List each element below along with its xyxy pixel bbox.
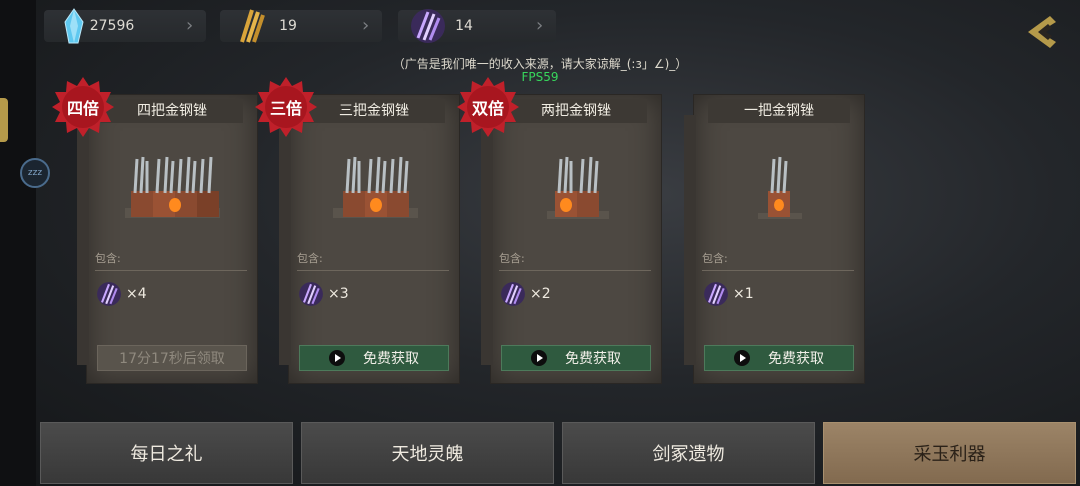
free-claim-button[interactable]: 免费获取: [704, 345, 854, 371]
button-label: 17分17秒后领取: [119, 351, 225, 367]
tab-label: 天地灵魄: [391, 444, 464, 465]
multiplier-badge-2x: 双倍: [457, 76, 519, 138]
badge-label: 三倍: [269, 99, 302, 118]
add-claws-button[interactable]: ›: [536, 16, 550, 36]
add-crystal-button[interactable]: ›: [186, 16, 200, 36]
resource-bar-spikes: 19 ›: [220, 9, 382, 43]
card-title: 四把金钢锉: [101, 99, 243, 123]
purple-claws-icon: [97, 282, 121, 306]
reward-quantity: ×1: [733, 286, 754, 302]
file-bundle-icon: [547, 156, 609, 219]
purple-claws-icon: [299, 282, 323, 306]
divider: [297, 270, 449, 271]
divider: [702, 270, 854, 271]
reward-item: ×1: [702, 280, 754, 308]
back-arrow-icon[interactable]: [1022, 12, 1062, 52]
button-label: 免费获取: [565, 351, 621, 367]
divider: [499, 270, 651, 271]
claim-countdown-button[interactable]: 17分17秒后领取: [97, 345, 247, 371]
add-spikes-button[interactable]: ›: [362, 16, 376, 36]
tab-label: 每日之礼: [130, 444, 203, 465]
multiplier-badge-3x: 三倍: [255, 76, 317, 138]
contains-label: 包含:: [297, 252, 323, 265]
file-bundle-icon: [758, 156, 802, 219]
reward-item: ×3: [297, 280, 349, 308]
purple-claws-icon: [501, 282, 525, 306]
tab-sword-tomb-relics[interactable]: 剑冢遗物: [562, 422, 815, 484]
tab-daily-gift[interactable]: 每日之礼: [40, 422, 293, 484]
play-ad-icon: [329, 350, 345, 366]
tab-label: 剑冢遗物: [652, 444, 725, 465]
badge-label: 双倍: [471, 99, 504, 118]
reward-item: ×4: [95, 280, 147, 308]
multiplier-badge-4x: 四倍: [52, 76, 114, 138]
card-title: 一把金钢锉: [708, 99, 850, 123]
side-drawer-handle[interactable]: [0, 98, 8, 142]
reward-quantity: ×3: [328, 286, 349, 302]
reward-quantity: ×4: [126, 286, 147, 302]
play-ad-icon: [734, 350, 750, 366]
resource-bar-claws: 14 ›: [398, 9, 556, 43]
tab-jade-tools[interactable]: 采玉利器: [823, 422, 1076, 484]
tab-label: 采玉利器: [913, 444, 986, 465]
spikes-count: 19: [279, 18, 297, 34]
contains-label: 包含:: [499, 252, 525, 265]
tab-heaven-earth-soul[interactable]: 天地灵魄: [301, 422, 554, 484]
button-label: 免费获取: [768, 351, 824, 367]
play-ad-icon: [531, 350, 547, 366]
claws-count: 14: [455, 18, 473, 34]
reward-card-1: 一把金钢锉 包含: ×1 免费获取: [684, 94, 865, 384]
sleep-badge[interactable]: zzz: [20, 158, 50, 188]
file-bundle-icon: [125, 156, 220, 218]
card-title: 三把金钢锉: [303, 99, 445, 123]
button-label: 免费获取: [363, 351, 419, 367]
resource-bar-crystal: 27596 ›: [44, 8, 206, 44]
card-title: 两把金钢锉: [505, 99, 647, 123]
reward-quantity: ×2: [530, 286, 551, 302]
contains-label: 包含:: [95, 252, 121, 265]
divider: [95, 270, 247, 271]
free-claim-button[interactable]: 免费获取: [299, 345, 449, 371]
crystal-count: 27596: [89, 18, 135, 34]
fps-counter: FPS59: [521, 70, 559, 84]
contains-label: 包含:: [702, 252, 728, 265]
file-bundle-icon: [333, 156, 418, 218]
badge-label: 四倍: [66, 99, 99, 118]
free-claim-button[interactable]: 免费获取: [501, 345, 651, 371]
reward-item: ×2: [499, 280, 551, 308]
purple-claws-icon: [704, 282, 728, 306]
